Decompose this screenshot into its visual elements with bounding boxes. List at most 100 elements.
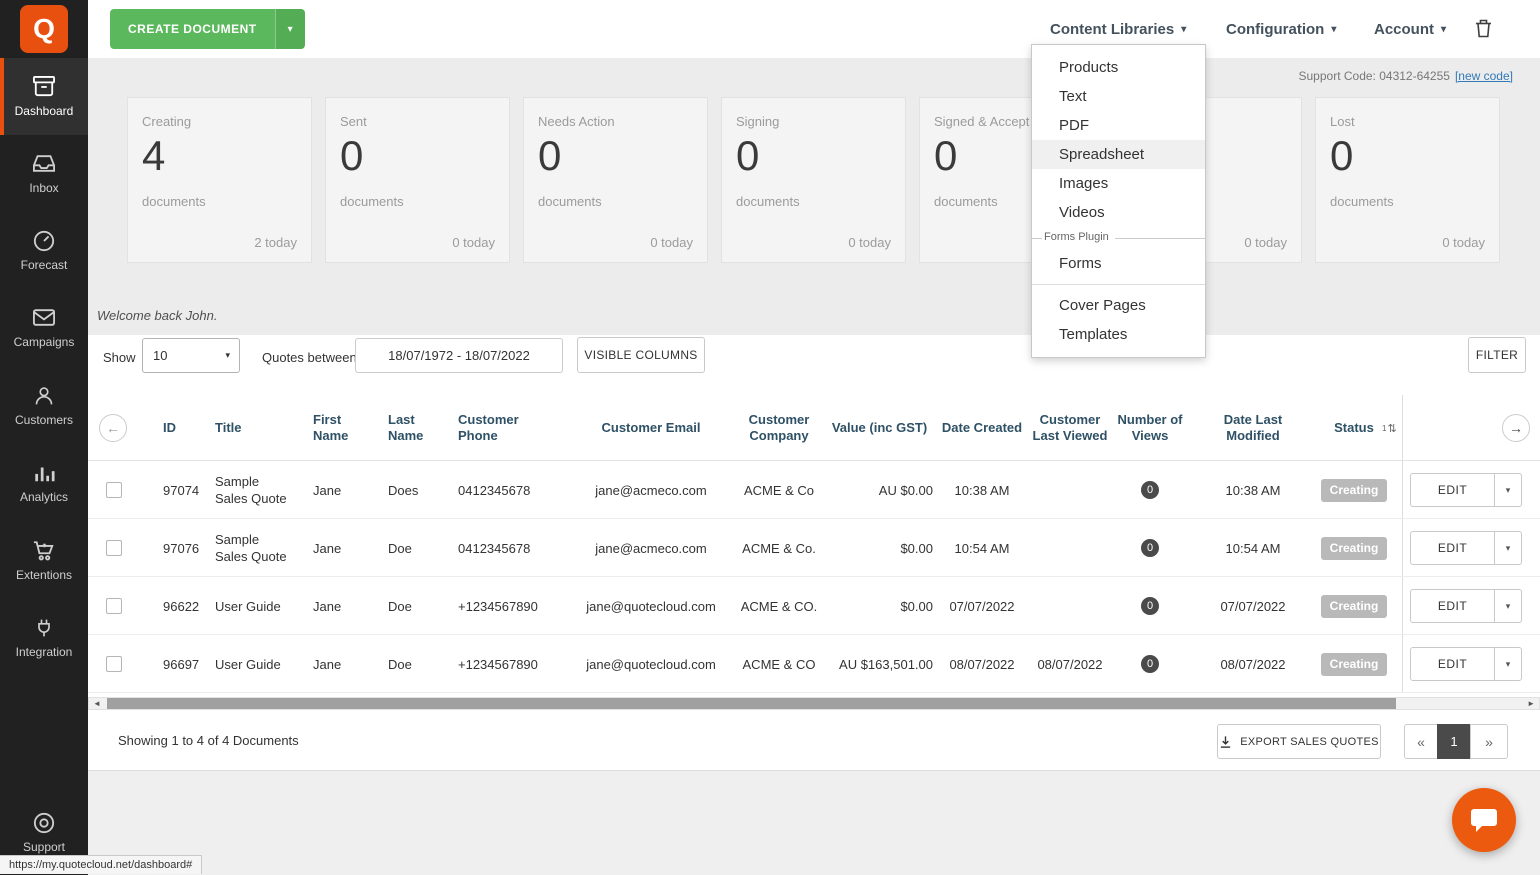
sidebar-item-dashboard[interactable]: Dashboard <box>0 58 88 135</box>
column-header-value[interactable]: Value (inc GST) <box>826 395 933 461</box>
cell-title: Sample Sales Quote <box>215 532 287 564</box>
new-code-link[interactable]: [new code] <box>1455 69 1513 83</box>
scroll-left-arrow[interactable]: ◄ <box>93 698 101 709</box>
stat-card-creating[interactable]: Creating 4 documents 2 today <box>127 97 312 263</box>
sidebar-item-analytics[interactable]: Analytics <box>0 444 88 521</box>
stat-card-signing[interactable]: Signing 0 documents 0 today <box>721 97 906 263</box>
cell-phone: 0412345678 <box>458 540 531 556</box>
menu-item-spreadsheet[interactable]: Spreadsheet <box>1032 140 1205 169</box>
cell-title: Sample Sales Quote <box>215 474 287 506</box>
scroll-right-arrow[interactable]: ► <box>1527 698 1535 709</box>
cell-first-name: Jane <box>313 540 342 556</box>
create-document-button[interactable]: CREATE DOCUMENT ▾ <box>110 9 305 49</box>
cell-email: jane@quotecloud.com <box>586 656 716 672</box>
sidebar-item-extentions[interactable]: Extentions <box>0 522 88 599</box>
next-page-button[interactable]: » <box>1470 724 1508 759</box>
sidebar-item-campaigns[interactable]: Campaigns <box>0 289 88 366</box>
nav-account[interactable]: Account ▾ <box>1374 0 1446 58</box>
menu-item-text[interactable]: Text <box>1032 82 1205 111</box>
menu-item-images[interactable]: Images <box>1032 169 1205 198</box>
column-header-first-name[interactable]: First Name <box>313 395 373 461</box>
cell-email: jane@acmeco.com <box>595 482 707 498</box>
table-row: 96697 User Guide Jane Doe +1234567890 ja… <box>88 635 1540 693</box>
sidebar-item-customers[interactable]: Customers <box>0 367 88 444</box>
show-select[interactable]: 10 ▾ <box>142 338 240 373</box>
column-header-customer-phone[interactable]: Customer Phone <box>458 395 552 461</box>
cart-plus-icon <box>33 540 55 562</box>
scroll-columns-left-button[interactable]: ← <box>99 414 127 442</box>
column-header-last-viewed[interactable]: Customer Last Viewed <box>1026 395 1114 461</box>
edit-button[interactable]: EDIT ▾ <box>1410 647 1522 681</box>
column-header-date-created[interactable]: Date Created <box>938 395 1026 461</box>
views-count-badge: 0 <box>1141 481 1159 499</box>
previous-page-button[interactable]: « <box>1404 724 1438 759</box>
cell-phone: 0412345678 <box>458 482 531 498</box>
row-checkbox[interactable] <box>106 482 122 498</box>
logo-letter: Q <box>33 13 55 44</box>
chevron-down-icon[interactable]: ▾ <box>1495 474 1521 506</box>
edit-button[interactable]: EDIT ▾ <box>1410 531 1522 565</box>
trash-button[interactable] <box>1475 19 1492 41</box>
column-header-date-modified[interactable]: Date Last Modified <box>1206 395 1300 461</box>
app-logo[interactable]: Q <box>20 5 68 53</box>
column-header-customer-email[interactable]: Customer Email <box>576 395 726 461</box>
status-sort-icon[interactable]: 1 ⇅ <box>1382 395 1397 461</box>
scroll-columns-right-button[interactable]: → <box>1502 414 1530 442</box>
visible-columns-button[interactable]: VISIBLE COLUMNS <box>577 337 705 373</box>
stat-card-sent[interactable]: Sent 0 documents 0 today <box>325 97 510 263</box>
cell-date-created: 08/07/2022 <box>949 656 1015 672</box>
chevron-down-icon[interactable]: ▾ <box>1495 532 1521 564</box>
status-badge: Creating <box>1320 652 1388 676</box>
forecast-icon <box>33 230 55 252</box>
cell-id: 96622 <box>163 598 200 614</box>
download-icon <box>1221 735 1231 748</box>
quotes-between-label: Quotes between <box>262 350 357 365</box>
plug-icon <box>34 617 54 639</box>
row-checkbox[interactable] <box>106 656 122 672</box>
sidebar-item-inbox[interactable]: Inbox <box>0 135 88 212</box>
row-checkbox[interactable] <box>106 540 122 556</box>
cell-id: 97076 <box>163 540 200 556</box>
chevron-down-icon[interactable]: ▾ <box>274 9 305 49</box>
filter-button[interactable]: FILTER <box>1468 337 1526 373</box>
menu-item-pdf[interactable]: PDF <box>1032 111 1205 140</box>
chevron-down-icon[interactable]: ▾ <box>1495 648 1521 680</box>
menu-item-products[interactable]: Products <box>1032 53 1205 82</box>
column-header-customer-company[interactable]: Customer Company <box>732 395 826 461</box>
chat-widget-button[interactable] <box>1452 788 1516 852</box>
current-page-button[interactable]: 1 <box>1437 724 1471 759</box>
menu-divider <box>1032 284 1205 285</box>
row-checkbox[interactable] <box>106 598 122 614</box>
date-range-input[interactable] <box>355 338 563 373</box>
column-header-number-of-views[interactable]: Number of Views <box>1110 395 1190 461</box>
column-header-last-name[interactable]: Last Name <box>388 395 444 461</box>
scrollbar-thumb[interactable] <box>107 698 1396 709</box>
cell-phone: +1234567890 <box>458 598 538 614</box>
column-header-title[interactable]: Title <box>215 395 295 461</box>
sidebar-item-integration[interactable]: Integration <box>0 599 88 676</box>
nav-configuration[interactable]: Configuration ▾ <box>1226 0 1336 58</box>
views-count-badge: 0 <box>1141 597 1159 615</box>
stat-card-lost[interactable]: Lost 0 documents 0 today <box>1315 97 1500 263</box>
cell-email: jane@quotecloud.com <box>586 598 716 614</box>
menu-item-videos[interactable]: Videos <box>1032 198 1205 227</box>
edit-button[interactable]: EDIT ▾ <box>1410 473 1522 507</box>
stat-card-needs-action[interactable]: Needs Action 0 documents 0 today <box>523 97 708 263</box>
cell-company: ACME & Co <box>743 482 815 498</box>
cell-last-name: Does <box>388 482 419 498</box>
edit-button[interactable]: EDIT ▾ <box>1410 589 1522 623</box>
column-header-id[interactable]: ID <box>163 395 211 461</box>
export-sales-quotes-button[interactable]: EXPORT SALES QUOTES <box>1217 724 1381 759</box>
cell-last-name: Doe <box>388 598 412 614</box>
horizontal-scrollbar[interactable]: ◄ ► <box>88 697 1540 710</box>
chevron-down-icon[interactable]: ▾ <box>1495 590 1521 622</box>
menu-item-cover-pages[interactable]: Cover Pages <box>1032 291 1205 320</box>
table-row: 97074 Sample Sales Quote Jane Does 04123… <box>88 461 1540 519</box>
menu-item-forms[interactable]: Forms <box>1032 249 1205 278</box>
cell-email: jane@acmeco.com <box>595 540 707 556</box>
table-row: 96622 User Guide Jane Doe +1234567890 ja… <box>88 577 1540 635</box>
support-code-text: Support Code: 04312-64255 <box>1298 69 1450 83</box>
sidebar-item-forecast[interactable]: Forecast <box>0 212 88 289</box>
cell-last-viewed <box>1026 461 1114 519</box>
menu-item-templates[interactable]: Templates <box>1032 320 1205 349</box>
